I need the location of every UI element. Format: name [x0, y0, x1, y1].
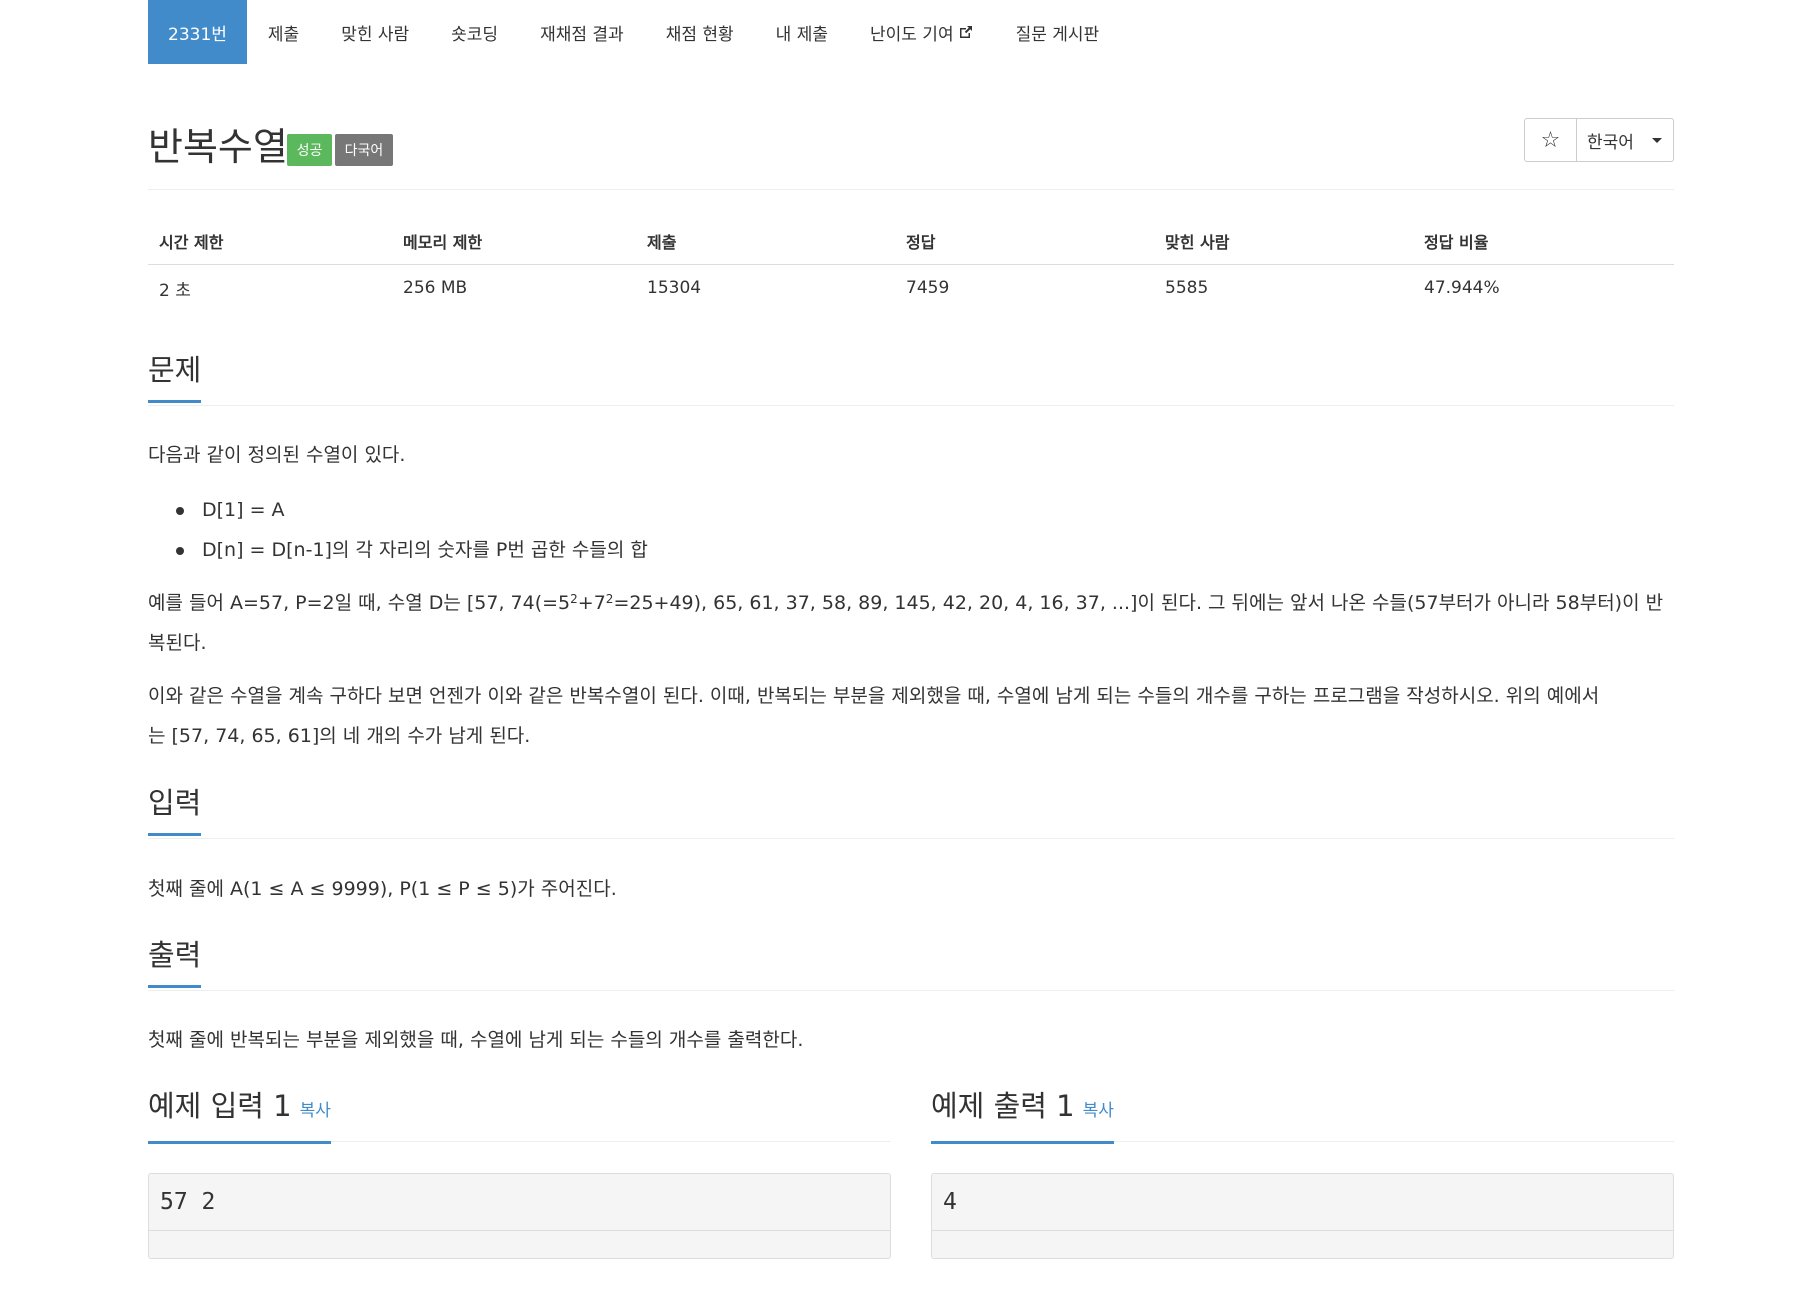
text: =25+49), 65, 61, 37, 58, 89, 145, 42, 20…	[613, 592, 1664, 614]
sample-input-value: 57 2	[149, 1174, 890, 1231]
task-line-2: 는 [57, 74, 65, 61]의 네 개의 수가 남게 된다.	[148, 725, 531, 747]
sample-output-header: 예제 출력 1 복사	[931, 1086, 1674, 1144]
table-header-row: 시간 제한 메모리 제한 제출 정답 맞힌 사람 정답 비율	[148, 218, 1674, 265]
sample-title: 예제 출력 1	[931, 1089, 1075, 1123]
output-description: 첫째 줄에 반복되는 부분을 제외했을 때, 수열에 남게 되는 수들의 개수를…	[148, 1029, 804, 1051]
problem-header: 반복수열 성공 다국어 ☆ 한국어	[148, 112, 1674, 190]
superscript: 2	[570, 592, 578, 606]
tab-label: 2331번	[168, 24, 227, 45]
tab-solved-users[interactable]: 맞힌 사람	[320, 0, 430, 64]
sample-output-box[interactable]: 4	[931, 1173, 1674, 1259]
description-intro: 다음과 같이 정의된 수열이 있다.	[148, 444, 406, 466]
status-badge: 성공	[287, 134, 332, 166]
problem-info-table: 시간 제한 메모리 제한 제출 정답 맞힌 사람 정답 비율 2 초 256 M…	[148, 218, 1674, 312]
section-title: 문제	[148, 350, 202, 403]
table-row: 2 초 256 MB 15304 7459 5585 47.944%	[148, 264, 1674, 312]
section-title: 예제 출력 1 복사	[931, 1086, 1114, 1144]
table-cell: 15304	[647, 278, 702, 299]
copy-output-button[interactable]: 복사	[1083, 1101, 1114, 1121]
table-header: 시간 제한	[148, 218, 392, 265]
table-header: 맞힌 사람	[1154, 218, 1413, 265]
task-line-1: 이와 같은 수열을 계속 구하다 보면 언젠가 이와 같은 반복수열이 된다. …	[148, 685, 1600, 707]
tab-short-coding[interactable]: 숏코딩	[430, 0, 519, 64]
tab-rejudge-results[interactable]: 재채점 결과	[519, 0, 645, 64]
section-title: 입력	[148, 783, 202, 836]
table-cell: 7459	[906, 278, 950, 299]
table-cell: 47.944%	[1424, 278, 1500, 299]
input-description: 첫째 줄에 A(1 ≤ A ≤ 9999), P(1 ≤ P ≤ 5)가 주어진…	[148, 878, 617, 900]
list-item: D[1] = A	[174, 490, 648, 530]
text: 예를 들어 A=57, P=2일 때, 수열 D는 [57, 74(=5	[148, 592, 571, 614]
page-container: 2331번 제출 맞힌 사람 숏코딩 재채점 결과 채점 현황 내 제출 난이도…	[148, 0, 1674, 1259]
definition-list: D[1] = A D[n] = D[n-1]의 각 자리의 숫자를 P번 곱한 …	[174, 490, 648, 570]
header-actions: ☆ 한국어	[1524, 118, 1674, 162]
list-item: D[n] = D[n-1]의 각 자리의 숫자를 P번 곱한 수들의 합	[174, 530, 648, 570]
table-cell: 256 MB	[403, 278, 468, 299]
page-title: 반복수열	[148, 125, 288, 169]
tab-label: 재채점 결과	[540, 24, 624, 45]
language-label: 한국어	[1587, 132, 1634, 153]
language-dropdown[interactable]: 한국어	[1577, 119, 1673, 161]
tab-label: 맞힌 사람	[341, 24, 410, 45]
input-section-header: 입력	[148, 783, 1674, 839]
problem-nav-tabs: 2331번 제출 맞힌 사람 숏코딩 재채점 결과 채점 현황 내 제출 난이도…	[148, 0, 1674, 64]
caret-down-icon	[1651, 137, 1662, 143]
tab-label: 숏코딩	[451, 24, 499, 45]
description-section-header: 문제	[148, 350, 1674, 406]
tab-judge-status[interactable]: 채점 현황	[645, 0, 755, 64]
multilang-badge: 다국어	[335, 134, 393, 166]
tab-submit[interactable]: 제출	[247, 0, 320, 64]
sample-input-box[interactable]: 57 2	[148, 1173, 891, 1259]
tab-label: 내 제출	[775, 24, 828, 45]
section-title: 출력	[148, 935, 202, 988]
copy-input-button[interactable]: 복사	[300, 1101, 331, 1121]
sample-title: 예제 입력 1	[148, 1089, 292, 1123]
example-paragraph: 예를 들어 A=57, P=2일 때, 수열 D는 [57, 74(=52+72…	[148, 583, 1674, 663]
table-header: 메모리 제한	[392, 218, 636, 265]
text: +7	[577, 592, 606, 614]
tab-difficulty-contribution[interactable]: 난이도 기여	[849, 0, 995, 64]
external-link-icon	[959, 26, 972, 38]
table-cell: 2 초	[159, 280, 191, 301]
section-title: 예제 입력 1 복사	[148, 1086, 331, 1144]
table-cell: 5585	[1165, 278, 1209, 299]
example-line-1: 예를 들어 A=57, P=2일 때, 수열 D는 [57, 74(=52+72…	[148, 583, 1674, 623]
sample-input-header: 예제 입력 1 복사	[148, 1086, 891, 1144]
task-paragraph: 이와 같은 수열을 계속 구하다 보면 언젠가 이와 같은 반복수열이 된다. …	[148, 676, 1674, 756]
table-header: 정답	[895, 218, 1154, 265]
star-icon[interactable]: ☆	[1525, 119, 1577, 161]
tab-label: 질문 게시판	[1015, 24, 1100, 45]
superscript: 2	[605, 592, 614, 606]
tab-label: 제출	[267, 24, 300, 45]
tab-label: 채점 현황	[665, 24, 734, 45]
table-header: 제출	[636, 218, 895, 265]
tab-label: 난이도 기여	[869, 24, 954, 45]
sample-output-value: 4	[932, 1174, 1673, 1231]
tab-problem[interactable]: 2331번	[148, 0, 247, 64]
table-header: 정답 비율	[1413, 218, 1674, 265]
tab-my-submissions[interactable]: 내 제출	[755, 0, 849, 64]
example-line-2: 복된다.	[148, 632, 207, 654]
output-section-header: 출력	[148, 935, 1674, 991]
tab-qna-board[interactable]: 질문 게시판	[995, 0, 1121, 64]
